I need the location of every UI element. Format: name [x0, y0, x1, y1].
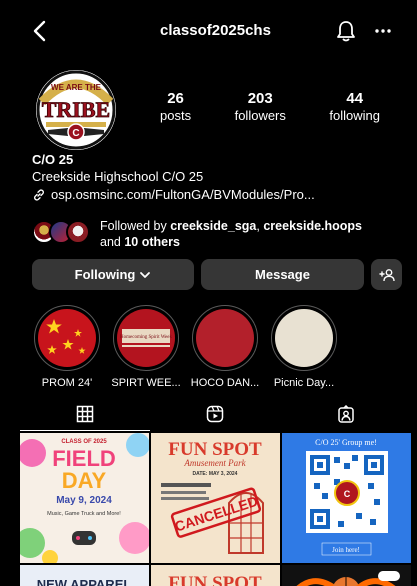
post-image-qr: C/O 25' Group me! C Join here!: [282, 433, 411, 563]
highlight-prom[interactable]: PROM 24': [32, 305, 102, 389]
tab-posts-grid[interactable]: [20, 397, 151, 431]
profile-display-name: C/O 25: [32, 152, 74, 167]
profile-tabs: [20, 397, 411, 431]
highlight-label: HOCO DAN...: [190, 377, 260, 389]
post-text: NEW APPAREL: [37, 577, 132, 586]
stat-value: 26: [167, 90, 184, 107]
stat-posts[interactable]: 26 posts: [160, 90, 191, 123]
highlight-ring: Homecoming Spirit Week: [113, 305, 179, 371]
avatar: [66, 220, 90, 244]
grid-icon: [76, 405, 94, 423]
post-image-fun-spot-2: FUN SPOT: [151, 565, 280, 586]
post-tile[interactable]: [282, 565, 411, 586]
profile-bio: Creekside Highschool C/O 25: [32, 169, 204, 184]
followed-by-avatars: [32, 220, 92, 244]
highlight-ring: [271, 305, 337, 371]
post-tile[interactable]: CLASS OF 2025 FIELD DAY May 9, 2024 Musi…: [20, 433, 149, 563]
highlight-cover: [38, 309, 96, 367]
followed-by-user[interactable]: creekside_sga: [170, 219, 256, 233]
highlight-cover: [196, 309, 254, 367]
stat-label: posts: [160, 108, 192, 123]
reels-icon: [207, 405, 224, 423]
post-text: FUN SPOT: [168, 573, 262, 586]
post-image-basketball: [282, 565, 411, 586]
highlight-spirit-week[interactable]: Homecoming Spirit Week SPIRT WEE...: [111, 305, 181, 389]
highlight-label: PROM 24': [41, 377, 93, 389]
highlight-hoco-dance[interactable]: HOCO DAN...: [190, 305, 260, 389]
highlight-cover: [275, 309, 333, 367]
tab-reels[interactable]: [150, 397, 280, 431]
followed-by-others[interactable]: 10 others: [124, 235, 180, 249]
post-image-apparel: NEW APPAREL: [20, 565, 149, 586]
highlight-picnic-day[interactable]: Picnic Day...: [269, 305, 339, 389]
add-user-button[interactable]: [371, 259, 402, 290]
stat-label: followers: [234, 108, 286, 123]
followed-by-separator: ,: [256, 219, 260, 233]
followed-by[interactable]: Followed by creekside_sga, creekside.hoo…: [32, 218, 400, 250]
story-highlights: PROM 24' Homecoming Spirit Week SPIRT WE…: [32, 305, 339, 389]
post-text: Music, Game Truck and More!: [47, 511, 121, 517]
following-button-label: Following: [74, 267, 136, 282]
followed-by-user[interactable]: creekside.hoops: [263, 219, 362, 233]
avatar-word: TRIBE: [42, 97, 110, 122]
message-button[interactable]: Message: [201, 259, 364, 290]
followed-by-text: Followed by creekside_sga, creekside.hoo…: [100, 218, 400, 250]
highlight-cover: Homecoming Spirit Week: [117, 309, 175, 367]
tribe-logo: WE ARE THE TRIBE C: [36, 70, 116, 150]
post-image-fun-spot: FUN SPOT Amusement Park DATE: MAY 3, 202…: [151, 433, 280, 563]
bell-icon[interactable]: [336, 20, 356, 42]
top-bar: classof2025chs: [20, 0, 411, 62]
post-tile[interactable]: FUN SPOT: [151, 565, 280, 586]
post-text: FUN SPOT: [168, 439, 262, 460]
followed-by-prefix: Followed by: [100, 219, 167, 233]
posts-grid: CLASS OF 2025 FIELD DAY May 9, 2024 Musi…: [20, 433, 411, 586]
message-button-label: Message: [255, 267, 310, 282]
tagged-person-icon: [338, 405, 354, 423]
post-text: Amusement Park: [183, 458, 246, 468]
post-text: C/O 25' Group me!: [315, 438, 377, 447]
avatar-tagline: WE ARE THE: [51, 83, 102, 92]
followed-by-and: and: [100, 235, 121, 249]
tab-tagged[interactable]: [281, 397, 411, 431]
stat-followers[interactable]: 203 followers: [235, 90, 286, 123]
post-text: May 9, 2024: [56, 495, 112, 506]
post-tile[interactable]: C/O 25' Group me! C Join here!: [282, 433, 411, 563]
spirit-week-banner: Homecoming Spirit Week: [120, 329, 172, 347]
post-text: Join here!: [332, 546, 360, 554]
stat-value: 203: [247, 90, 273, 107]
avatar-letter: C: [72, 128, 79, 139]
post-text: DAY: [62, 468, 107, 493]
ellipsis-icon[interactable]: [373, 22, 393, 40]
stat-label: following: [329, 108, 380, 123]
profile-avatar[interactable]: WE ARE THE TRIBE C: [36, 70, 116, 150]
post-text: DATE: MAY 3, 2024: [193, 471, 238, 477]
post-tile[interactable]: NEW APPAREL: [20, 565, 149, 586]
highlight-label: SPIRT WEE...: [111, 377, 181, 389]
profile-stats: 26 posts 203 followers 44 following: [160, 90, 380, 123]
link-icon: [34, 188, 44, 201]
post-tile[interactable]: FUN SPOT Amusement Park DATE: MAY 3, 202…: [151, 433, 280, 563]
post-text: CLASS OF 2025: [61, 439, 107, 445]
profile-screen: classof2025chs WE ARE THE TRIBE C 26 pos…: [20, 0, 411, 586]
stat-following[interactable]: 44 following: [329, 90, 380, 123]
highlight-ring: [34, 305, 100, 371]
profile-link-text: osp.osmsinc.com/FultonGA/BVModules/Pro..…: [51, 187, 315, 202]
highlight-label: Picnic Day...: [273, 377, 335, 389]
highlight-cover-text: Homecoming Spirit Week: [120, 335, 172, 340]
highlight-ring: [192, 305, 258, 371]
stat-value: 44: [346, 90, 364, 107]
chevron-down-icon: [140, 271, 151, 278]
profile-link[interactable]: osp.osmsinc.com/FultonGA/BVModules/Pro..…: [32, 187, 315, 202]
stars-icon: [46, 319, 86, 354]
post-image-field-day: CLASS OF 2025 FIELD DAY May 9, 2024 Musi…: [20, 433, 149, 563]
svg-text:C: C: [344, 489, 351, 499]
add-person-icon: [378, 268, 395, 281]
following-button[interactable]: Following: [32, 259, 194, 290]
